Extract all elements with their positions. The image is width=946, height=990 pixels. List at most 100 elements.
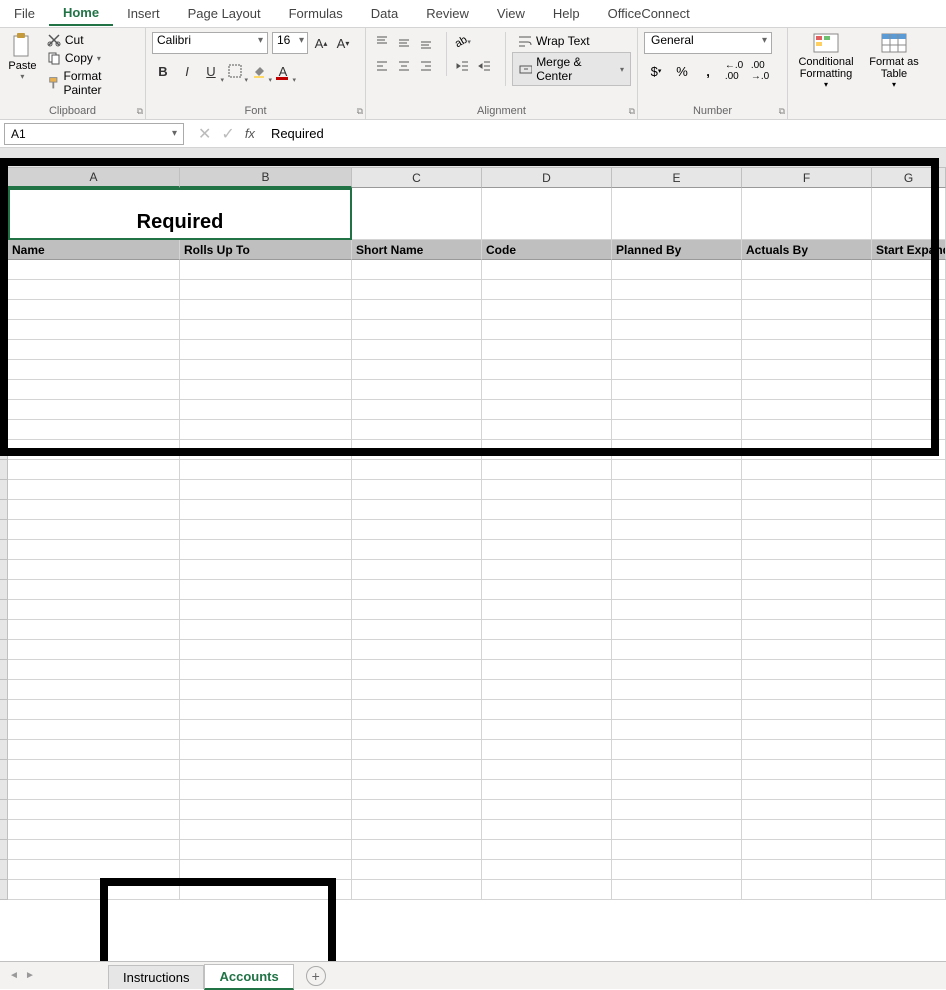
cell[interactable] — [352, 820, 482, 840]
column-header-G[interactable]: G — [872, 168, 946, 188]
italic-button[interactable]: I — [176, 60, 198, 82]
cell[interactable] — [8, 760, 180, 780]
cell[interactable] — [8, 840, 180, 860]
cell[interactable] — [180, 280, 352, 300]
cell[interactable] — [612, 680, 742, 700]
cell[interactable] — [482, 420, 612, 440]
sheet-tab-accounts[interactable]: Accounts — [204, 964, 293, 990]
cell[interactable] — [612, 840, 742, 860]
tab-view[interactable]: View — [483, 2, 539, 25]
cell[interactable] — [352, 660, 482, 680]
cell[interactable] — [612, 580, 742, 600]
cell[interactable] — [872, 800, 946, 820]
cell[interactable] — [872, 700, 946, 720]
cell[interactable] — [352, 280, 482, 300]
column-header-E[interactable]: E — [612, 168, 742, 188]
cell[interactable] — [180, 840, 352, 860]
cell[interactable] — [612, 660, 742, 680]
cell[interactable] — [482, 500, 612, 520]
cell[interactable] — [612, 700, 742, 720]
font-size-combo[interactable]: 16 — [272, 32, 308, 54]
cell[interactable] — [8, 880, 180, 900]
cell[interactable] — [352, 320, 482, 340]
cell[interactable] — [872, 540, 946, 560]
cell[interactable] — [742, 480, 872, 500]
cell[interactable] — [180, 860, 352, 880]
name-box[interactable]: A1 — [4, 123, 184, 145]
cell[interactable] — [872, 640, 946, 660]
cell[interactable] — [742, 460, 872, 480]
cell[interactable] — [742, 580, 872, 600]
align-center-button[interactable] — [394, 56, 414, 76]
cell[interactable] — [352, 560, 482, 580]
cell[interactable] — [742, 760, 872, 780]
cell[interactable] — [482, 760, 612, 780]
cell[interactable] — [612, 480, 742, 500]
cell[interactable] — [482, 660, 612, 680]
cell[interactable] — [482, 260, 612, 280]
column-header-C[interactable]: C — [352, 168, 482, 188]
cell[interactable] — [872, 500, 946, 520]
cell[interactable] — [180, 600, 352, 620]
cell[interactable] — [482, 188, 612, 240]
increase-font-button[interactable]: A▴ — [312, 32, 330, 54]
cell[interactable] — [8, 700, 180, 720]
cell[interactable] — [180, 800, 352, 820]
cell[interactable] — [8, 280, 180, 300]
wrap-text-button[interactable]: Wrap Text — [512, 32, 631, 50]
cell[interactable] — [742, 520, 872, 540]
cell[interactable] — [482, 680, 612, 700]
formula-input[interactable] — [265, 123, 946, 145]
column-header-B[interactable]: B — [180, 168, 352, 188]
cell[interactable] — [352, 400, 482, 420]
font-name-combo[interactable]: Calibri — [152, 32, 268, 54]
cell[interactable] — [742, 260, 872, 280]
cell[interactable] — [352, 300, 482, 320]
cell[interactable] — [872, 400, 946, 420]
tab-review[interactable]: Review — [412, 2, 483, 25]
cell[interactable] — [482, 580, 612, 600]
cell[interactable] — [872, 780, 946, 800]
cell[interactable] — [8, 560, 180, 580]
cell[interactable] — [482, 440, 612, 460]
cell[interactable] — [8, 780, 180, 800]
cell[interactable] — [872, 760, 946, 780]
cell[interactable] — [180, 540, 352, 560]
sheet-nav-prev-icon[interactable]: ◄ — [6, 968, 22, 984]
cell[interactable] — [742, 320, 872, 340]
number-format-combo[interactable]: General — [644, 32, 772, 54]
orientation-button[interactable]: ab▾ — [453, 32, 473, 52]
cell[interactable] — [180, 260, 352, 280]
cell[interactable] — [180, 420, 352, 440]
cell[interactable] — [612, 780, 742, 800]
cell[interactable] — [352, 420, 482, 440]
cell[interactable] — [8, 820, 180, 840]
font-launcher-icon[interactable]: ⧉ — [357, 106, 363, 117]
cell[interactable] — [612, 420, 742, 440]
cell[interactable] — [352, 340, 482, 360]
underline-button[interactable]: U▾ — [200, 60, 222, 82]
cell[interactable] — [872, 820, 946, 840]
cell[interactable] — [8, 740, 180, 760]
cell[interactable] — [742, 820, 872, 840]
cell[interactable] — [180, 500, 352, 520]
cell[interactable] — [742, 720, 872, 740]
cell[interactable] — [352, 860, 482, 880]
cell[interactable] — [8, 580, 180, 600]
cell[interactable] — [180, 880, 352, 900]
cell[interactable] — [742, 620, 872, 640]
cell[interactable] — [872, 280, 946, 300]
cell[interactable] — [482, 320, 612, 340]
align-middle-button[interactable] — [394, 32, 414, 52]
cell[interactable] — [612, 720, 742, 740]
cell[interactable] — [742, 500, 872, 520]
cell[interactable] — [352, 380, 482, 400]
cell[interactable] — [180, 340, 352, 360]
cell[interactable] — [8, 860, 180, 880]
cell[interactable] — [8, 380, 180, 400]
cell[interactable] — [482, 400, 612, 420]
align-top-button[interactable] — [372, 32, 392, 52]
cell[interactable] — [352, 440, 482, 460]
cell[interactable] — [180, 680, 352, 700]
cell[interactable] — [872, 420, 946, 440]
